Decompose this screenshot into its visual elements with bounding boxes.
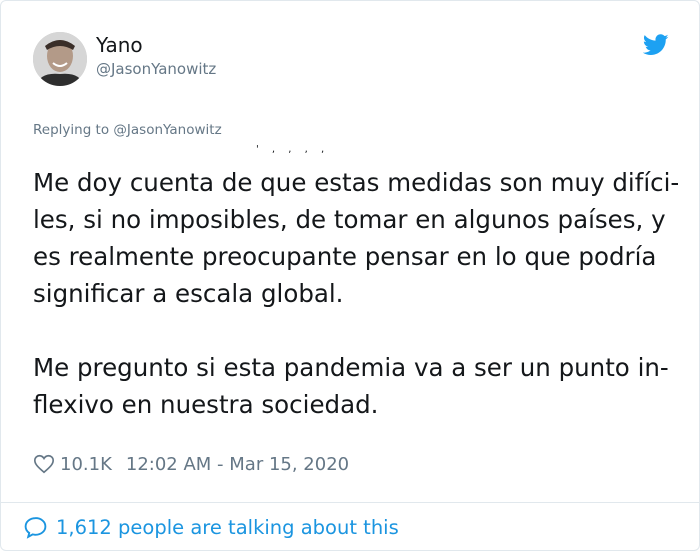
twitter-bird-icon[interactable] xyxy=(643,34,669,56)
tweet-paragraph: Me pregunto si esta pandemia va a ser un… xyxy=(33,353,669,419)
clipped-text-fragment: ' , , , , xyxy=(256,144,330,155)
conversation-link[interactable]: 1,612 people are talking about this xyxy=(23,513,399,541)
conversation-count: 1,612 people are talking about this xyxy=(56,515,399,539)
tweet-card: Yano @JasonYanowitz Replying to @JasonYa… xyxy=(0,0,700,551)
replying-to[interactable]: Replying to @JasonYanowitz xyxy=(33,122,222,138)
author-name[interactable]: Yano xyxy=(96,33,143,57)
like-count[interactable]: 10.1K xyxy=(60,454,112,475)
avatar-image xyxy=(33,32,87,86)
timestamp[interactable]: 12:02 AM - Mar 15, 2020 xyxy=(126,454,349,475)
divider xyxy=(1,502,699,503)
tweet-paragraph: Me doy cuenta de que estas medidas son m… xyxy=(33,168,680,308)
tweet-text: Me doy cuenta de que estas medidas son m… xyxy=(33,164,683,423)
comment-bubble-icon xyxy=(24,516,47,539)
avatar[interactable] xyxy=(33,32,87,86)
tweet-meta: 10.1K 12:02 AM - Mar 15, 2020 xyxy=(33,451,349,477)
author-handle[interactable]: @JasonYanowitz xyxy=(96,60,216,78)
heart-icon[interactable] xyxy=(33,453,55,475)
